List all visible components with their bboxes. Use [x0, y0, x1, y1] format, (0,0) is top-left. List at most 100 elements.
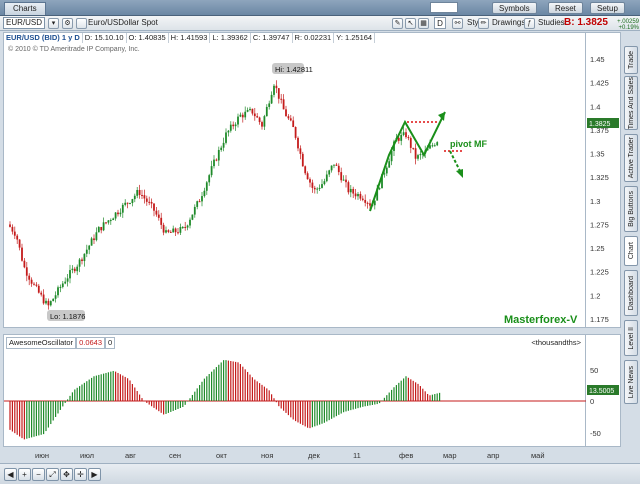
candle-body — [169, 231, 172, 233]
scroll-right-icon[interactable]: ▶ — [88, 468, 101, 481]
candlestick-chart[interactable]: Hi: 1.42811 Lo: 1.1876 pivot MF Masterfo… — [4, 33, 587, 329]
candle-body — [9, 224, 11, 227]
candle-body — [78, 259, 81, 267]
candle-body — [347, 182, 350, 193]
side-tab-trade[interactable]: Trade — [624, 46, 638, 74]
candle-body — [364, 199, 367, 203]
candle-body — [210, 166, 213, 176]
reset-button[interactable]: Reset — [548, 2, 583, 14]
side-tab-dashboard[interactable]: Dashboard — [624, 270, 638, 316]
candle-body — [162, 224, 165, 233]
candle-body — [323, 181, 326, 185]
oscillator-name[interactable]: AwesomeOscillator — [6, 337, 77, 349]
candle-body — [131, 199, 134, 204]
time-label: дек — [308, 451, 321, 460]
current-price-value: 1.3825 — [589, 121, 611, 128]
candle-body — [285, 109, 287, 117]
candle-body — [414, 148, 417, 159]
candle-body — [253, 113, 256, 117]
price-tick: 1.45 — [590, 55, 605, 64]
side-tab-chart[interactable]: Chart — [624, 236, 638, 266]
candle-body — [66, 278, 69, 282]
candle-body — [407, 137, 410, 139]
oscillator-panel[interactable]: AwesomeOscillator 0.0643 0 <thousandths> — [3, 334, 587, 448]
settings-icon[interactable]: ⚙ — [62, 18, 73, 29]
candle-body — [107, 220, 110, 223]
grid-icon[interactable]: ▦ — [418, 18, 429, 29]
scroll-left-icon[interactable]: ◀ — [4, 468, 17, 481]
zoom-fit-icon[interactable]: ⤢ — [46, 468, 59, 481]
candle-body — [340, 172, 343, 181]
candle-body — [337, 165, 340, 173]
link-icon[interactable]: ⚯ — [452, 18, 463, 29]
price-tick: 1.175 — [590, 315, 609, 324]
candle-body — [261, 122, 263, 127]
zoom-in-icon[interactable]: + — [18, 468, 31, 481]
candle-body — [313, 187, 316, 190]
candle-body — [345, 179, 347, 183]
crosshair-icon[interactable]: ✛ — [74, 468, 87, 481]
osc-tick-0: 0 — [590, 397, 594, 406]
drawings-icon[interactable]: ✏ — [478, 18, 489, 29]
time-label: июл — [80, 451, 94, 460]
cursor-icon[interactable]: ↖ — [405, 18, 416, 29]
candle-body — [405, 132, 407, 138]
time-label: авг — [125, 451, 136, 460]
side-tab-times-and-sales[interactable]: Times And Sales — [624, 76, 638, 130]
candle-body — [225, 132, 227, 143]
price-tick: 1.25 — [590, 244, 605, 253]
candle-body — [333, 164, 335, 166]
candle-body — [71, 268, 74, 271]
symbol-description: Euro/USDollar Spot — [88, 18, 158, 27]
candle-body — [64, 281, 67, 284]
symbols-button[interactable]: Symbols — [492, 2, 537, 14]
candle-body — [191, 214, 194, 220]
candle-body — [52, 298, 55, 302]
candle-body — [150, 202, 153, 204]
candle-body — [203, 190, 206, 197]
price-axis[interactable]: 1.45 1.425 1.4 1.375 1.35 1.325 1.3 1.275 1.25 1.… — [586, 32, 621, 328]
window-mini-box[interactable] — [430, 2, 458, 13]
candle-body — [311, 182, 314, 188]
drawings-menu[interactable]: Drawings — [490, 17, 527, 29]
awesome-oscillator-chart[interactable] — [4, 335, 587, 448]
studies-icon[interactable]: ƒ — [524, 18, 535, 29]
tools-icon[interactable]: ✎ — [392, 18, 403, 29]
candle-body — [148, 201, 151, 203]
time-axis[interactable]: июн июл авг сен окт ноя дек 11 фев мар апр май — [3, 448, 586, 460]
candle-body — [42, 294, 45, 304]
candle-body — [294, 127, 297, 138]
candle-body — [73, 268, 76, 272]
zoom-out-icon[interactable]: − — [32, 468, 45, 481]
bid-price: B: 1.3825 — [564, 17, 608, 28]
side-tab-live-news[interactable]: Live News — [624, 360, 638, 404]
candle-body — [292, 120, 295, 128]
candle-body — [205, 182, 208, 191]
candle-body — [275, 85, 278, 89]
candle-body — [61, 283, 64, 287]
time-label: сен — [169, 451, 181, 460]
side-tab-level-ii[interactable]: Level II — [624, 320, 638, 356]
studies-menu[interactable]: Studies — [536, 17, 567, 29]
candle-body — [277, 88, 280, 99]
pan-icon[interactable]: ✥ — [60, 468, 73, 481]
candle-body — [16, 235, 19, 240]
period-selector[interactable]: D — [434, 17, 446, 29]
side-tab-active-trader[interactable]: Active Trader — [624, 134, 638, 182]
price-tick: 1.3 — [590, 197, 600, 206]
symbol-input[interactable]: EUR/USD — [3, 17, 45, 29]
candle-body — [126, 202, 129, 204]
dropdown-icon[interactable]: ▾ — [48, 18, 59, 29]
setup-button[interactable]: Setup — [590, 2, 625, 14]
side-tab-big-buttons[interactable]: Big Buttons — [624, 186, 638, 232]
candle-body — [282, 99, 285, 110]
candle-body — [141, 194, 143, 196]
candle-body — [145, 198, 148, 202]
price-chart-panel[interactable]: EUR/USD (BID) 1 y D D: 15.10.10 O: 1.40835… — [3, 32, 586, 328]
candle-body — [249, 108, 251, 110]
checkbox-icon[interactable] — [76, 18, 87, 29]
candle-body — [143, 195, 146, 199]
oscillator-axis[interactable]: 50 0 -50 13.5005 — [586, 334, 621, 447]
charts-tab[interactable]: Charts — [4, 2, 46, 15]
candle-body — [217, 149, 220, 161]
